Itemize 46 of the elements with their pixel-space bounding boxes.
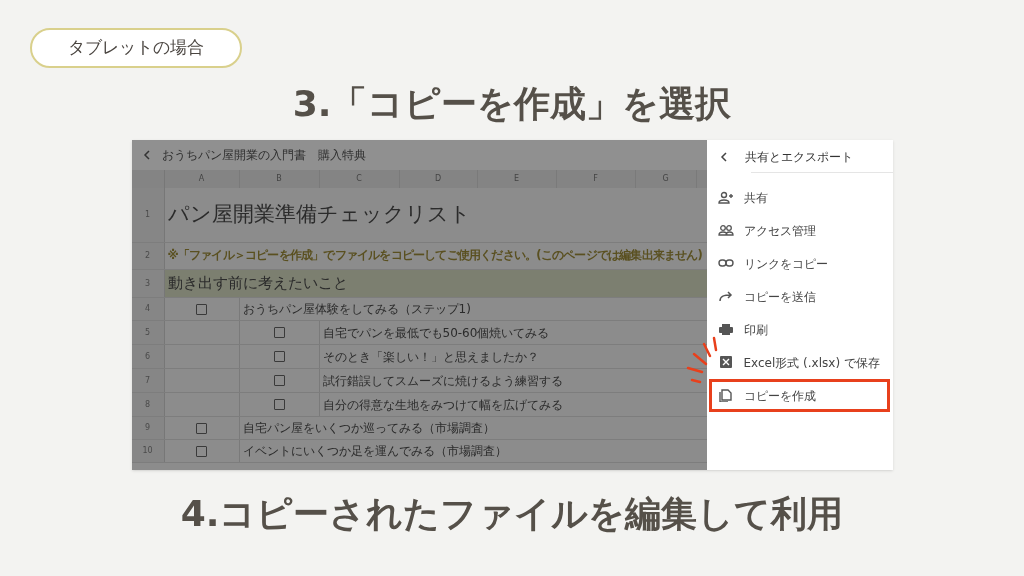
checklist-item: イベントにいくつか足を運んでみる（市場調査） [241,443,508,460]
menu-item[interactable]: 共有 [708,181,890,214]
checklist-item: おうちパン屋体験をしてみる（ステップ1) [241,301,472,318]
checkbox[interactable] [273,351,285,362]
column-header: D [399,170,478,188]
back-icon[interactable] [141,149,152,161]
checklist-item: 自宅パン屋をいくつか巡ってみる（市場調査） [241,420,496,437]
forward-arrow-icon [717,290,734,303]
checkbox[interactable] [196,422,207,434]
checkbox[interactable] [196,303,207,315]
column-header: B [239,170,320,188]
print-icon [717,323,734,336]
copy-icon [717,389,734,402]
tablet-label: タブレットの場合 [30,28,242,68]
row-number: 1 [131,188,165,242]
step-heading: 3.「コピーを作成」を選択 [292,82,732,126]
people-icon [717,224,734,237]
note-text: ※「ファイル＞コピーを作成」でファイルをコピーしてご使用ください。(このページでは編集出来ません) [166,247,703,265]
menu-item[interactable]: アクセス管理 [708,214,890,247]
column-header: F [556,170,636,188]
checkbox[interactable] [196,445,207,457]
checkbox[interactable] [273,375,285,386]
checklist-item: 自宅でパンを最低でも50-60個焼いてみる [321,324,551,342]
section-heading: 動き出す前に考えたいこと [166,273,349,295]
next-step-heading: 4.コピーされたファイルを編集して利用 [180,492,844,536]
checkbox[interactable] [273,327,285,338]
checklist-item: 試行錯誤してスムーズに焼けるよう練習する [321,372,564,390]
menu-item[interactable]: リンクをコピー [708,247,890,280]
checklist-item: そのとき「楽しい！」と思えましたか？ [321,348,540,366]
column-header: E [477,170,557,188]
sheet-title: パン屋開業準備チェックリスト [166,201,472,229]
spreadsheet-file-icon [717,356,734,369]
menu-item[interactable]: コピーを送信 [708,280,890,313]
link-icon [717,257,734,270]
menu-item[interactable]: 印刷 [708,313,890,346]
menu-item[interactable]: コピーを作成 [708,379,890,412]
column-header: A [164,170,240,188]
menu-item[interactable]: Excel形式 (.xlsx) で保存 [708,346,890,379]
emphasis-marks-drawing [686,336,718,384]
panel-title: 共有とエクスポート [744,149,853,166]
checkbox[interactable] [273,399,285,410]
add-person-icon [717,191,734,204]
document-title: おうちパン屋開業の入門書 購入特典 [161,147,366,164]
back-icon[interactable] [718,151,729,163]
row-number: 10 [131,440,165,462]
checklist-item: 自分の得意な生地をみつけて幅を広げてみる [321,396,564,414]
